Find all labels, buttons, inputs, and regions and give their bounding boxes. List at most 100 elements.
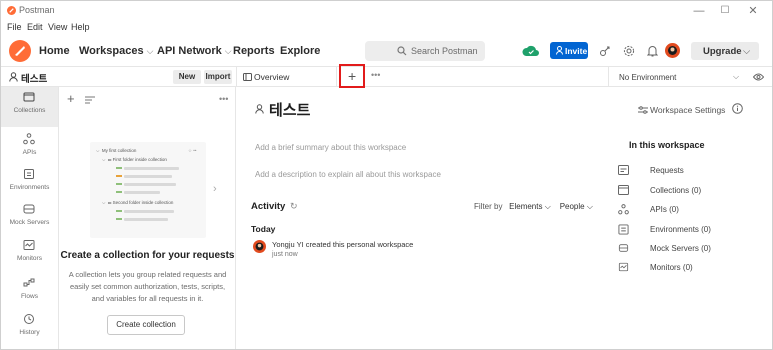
workspace-item-label: APIs (0) bbox=[650, 205, 679, 214]
invite-label: Invite bbox=[565, 46, 588, 56]
illus-method-tag bbox=[116, 183, 122, 185]
menu-help[interactable]: Help bbox=[71, 22, 90, 32]
collections-icon bbox=[618, 185, 629, 195]
illus-bar bbox=[124, 182, 176, 186]
workspace-settings-label: Workspace Settings bbox=[650, 105, 726, 115]
environments-icon bbox=[24, 169, 34, 179]
activity-heading: Activity bbox=[251, 201, 286, 212]
rail-item-mock-servers[interactable]: Mock Servers bbox=[1, 199, 58, 239]
people-dropdown[interactable]: People ⌵ bbox=[560, 202, 593, 211]
tab-overview-label: Overview bbox=[254, 72, 290, 82]
postman-logo-icon bbox=[7, 6, 16, 15]
person-add-icon bbox=[556, 46, 563, 55]
rail-item-apis[interactable]: APIs bbox=[1, 129, 58, 169]
illus-bar bbox=[124, 217, 168, 221]
more-tabs-icon[interactable]: ••• bbox=[371, 70, 380, 80]
settings-icon[interactable] bbox=[623, 45, 635, 57]
environment-value: No Environment bbox=[619, 73, 677, 82]
avatar bbox=[253, 240, 266, 253]
in-workspace-heading: In this workspace bbox=[629, 140, 705, 150]
person-icon bbox=[9, 72, 18, 82]
menu-edit[interactable]: Edit bbox=[27, 22, 43, 32]
import-button[interactable]: Import bbox=[204, 70, 232, 84]
rail-item-history[interactable]: History bbox=[1, 309, 58, 349]
activity-filter: Filter by Elements ⌵ People ⌵ bbox=[474, 202, 593, 212]
nav-reports[interactable]: Reports bbox=[233, 45, 275, 57]
illus-method-tag bbox=[116, 210, 122, 212]
bell-icon[interactable] bbox=[647, 45, 658, 57]
workspace-item-label: Monitors (0) bbox=[650, 263, 693, 272]
description-field[interactable]: Add a description to explain all about t… bbox=[255, 170, 441, 179]
nav-api-network[interactable]: API Network ⌵ bbox=[157, 45, 232, 57]
activity-entry-time: just now bbox=[272, 251, 298, 258]
menu-file[interactable]: File bbox=[7, 22, 22, 32]
flows-icon bbox=[23, 278, 35, 287]
apis-icon bbox=[618, 204, 629, 215]
rail-item-environments[interactable]: Environments bbox=[1, 164, 58, 204]
avatar[interactable] bbox=[665, 43, 680, 58]
rail-item-monitors[interactable]: Monitors bbox=[1, 235, 58, 275]
monitors-icon bbox=[23, 240, 35, 250]
tab-bar: Overview + ••• No Environment ⌵ bbox=[236, 64, 772, 88]
filter-by-label: Filter by bbox=[474, 202, 503, 211]
illus-bar bbox=[124, 174, 172, 178]
nav-explore[interactable]: Explore bbox=[280, 45, 320, 57]
workspace-overview: 테스트 Workspace Settings Add a brief summa… bbox=[237, 87, 772, 349]
nav-workspaces[interactable]: Workspaces ⌵ bbox=[79, 45, 153, 57]
new-tab-button[interactable]: + bbox=[339, 64, 365, 88]
sliders-icon bbox=[638, 106, 648, 114]
left-rail: Collections APIs Environments Mock Serve… bbox=[1, 87, 59, 349]
maximize-button[interactable]: ☐ bbox=[715, 4, 735, 18]
illus-method-tag bbox=[116, 218, 122, 220]
illus-bar bbox=[124, 209, 174, 213]
eye-icon[interactable] bbox=[753, 73, 764, 81]
rail-label-apis: APIs bbox=[22, 149, 37, 156]
environment-selector[interactable]: No Environment ⌵ bbox=[608, 67, 772, 87]
create-collection-button[interactable]: Create collection bbox=[107, 315, 185, 335]
chevron-down-icon: ⌵ bbox=[733, 72, 740, 81]
apis-icon bbox=[23, 133, 35, 145]
search-icon bbox=[397, 46, 407, 56]
requests-icon bbox=[618, 165, 629, 175]
rail-item-collections[interactable]: Collections bbox=[1, 87, 58, 127]
rail-label-collections: Collections bbox=[13, 107, 46, 114]
workspace-item-label: Collections (0) bbox=[650, 186, 702, 195]
invite-button[interactable]: Invite bbox=[550, 42, 588, 59]
activity-date-heading: Today bbox=[251, 224, 276, 234]
refresh-icon[interactable]: ↻ bbox=[290, 201, 298, 212]
chevron-down-icon: ⌵ bbox=[586, 202, 593, 211]
activity-entry-text: Yongju YI created this personal workspac… bbox=[272, 240, 414, 249]
search-bar[interactable]: Search Postman bbox=[365, 41, 485, 61]
rail-label-flows: Flows bbox=[21, 293, 38, 300]
menu-view[interactable]: View bbox=[48, 22, 67, 32]
illus-folder1-name: First folder inside collection bbox=[112, 157, 167, 162]
add-collection-icon[interactable]: + bbox=[67, 92, 75, 105]
nav-home[interactable]: Home bbox=[39, 45, 70, 57]
workspace-name[interactable]: 테스트 bbox=[21, 71, 47, 85]
history-icon bbox=[24, 314, 34, 324]
more-options-icon[interactable]: ••• bbox=[219, 94, 228, 104]
elements-dropdown[interactable]: Elements ⌵ bbox=[509, 202, 551, 211]
collections-icon bbox=[23, 92, 35, 102]
satellite-icon[interactable] bbox=[599, 45, 611, 57]
workspace-bar: 테스트 New Import bbox=[1, 67, 236, 87]
upgrade-button[interactable]: Upgrade ⌵ bbox=[691, 42, 759, 60]
summary-field[interactable]: Add a brief summary about this workspace bbox=[255, 143, 406, 152]
page-title[interactable]: 테스트 bbox=[269, 99, 310, 120]
new-button[interactable]: New bbox=[173, 70, 201, 84]
tab-overview[interactable]: Overview bbox=[237, 67, 337, 87]
workspace-item-label: Mock Servers (0) bbox=[650, 244, 711, 253]
rail-label-mock-servers: Mock Servers bbox=[9, 219, 50, 226]
environments-icon bbox=[618, 224, 629, 235]
close-button[interactable]: ✕ bbox=[743, 4, 763, 18]
sync-status-button[interactable] bbox=[520, 43, 542, 60]
filter-icon[interactable] bbox=[85, 96, 95, 104]
title-bar: Postman — ☐ ✕ bbox=[1, 1, 772, 21]
rail-item-flows[interactable]: Flows bbox=[1, 273, 58, 313]
chevron-down-icon: ⌵ bbox=[544, 202, 551, 211]
nav-workspaces-label: Workspaces bbox=[79, 45, 144, 57]
rail-label-environments: Environments bbox=[9, 184, 50, 191]
postman-logo-icon[interactable] bbox=[9, 40, 31, 62]
minimize-button[interactable]: — bbox=[689, 4, 709, 18]
info-icon[interactable] bbox=[732, 103, 743, 114]
